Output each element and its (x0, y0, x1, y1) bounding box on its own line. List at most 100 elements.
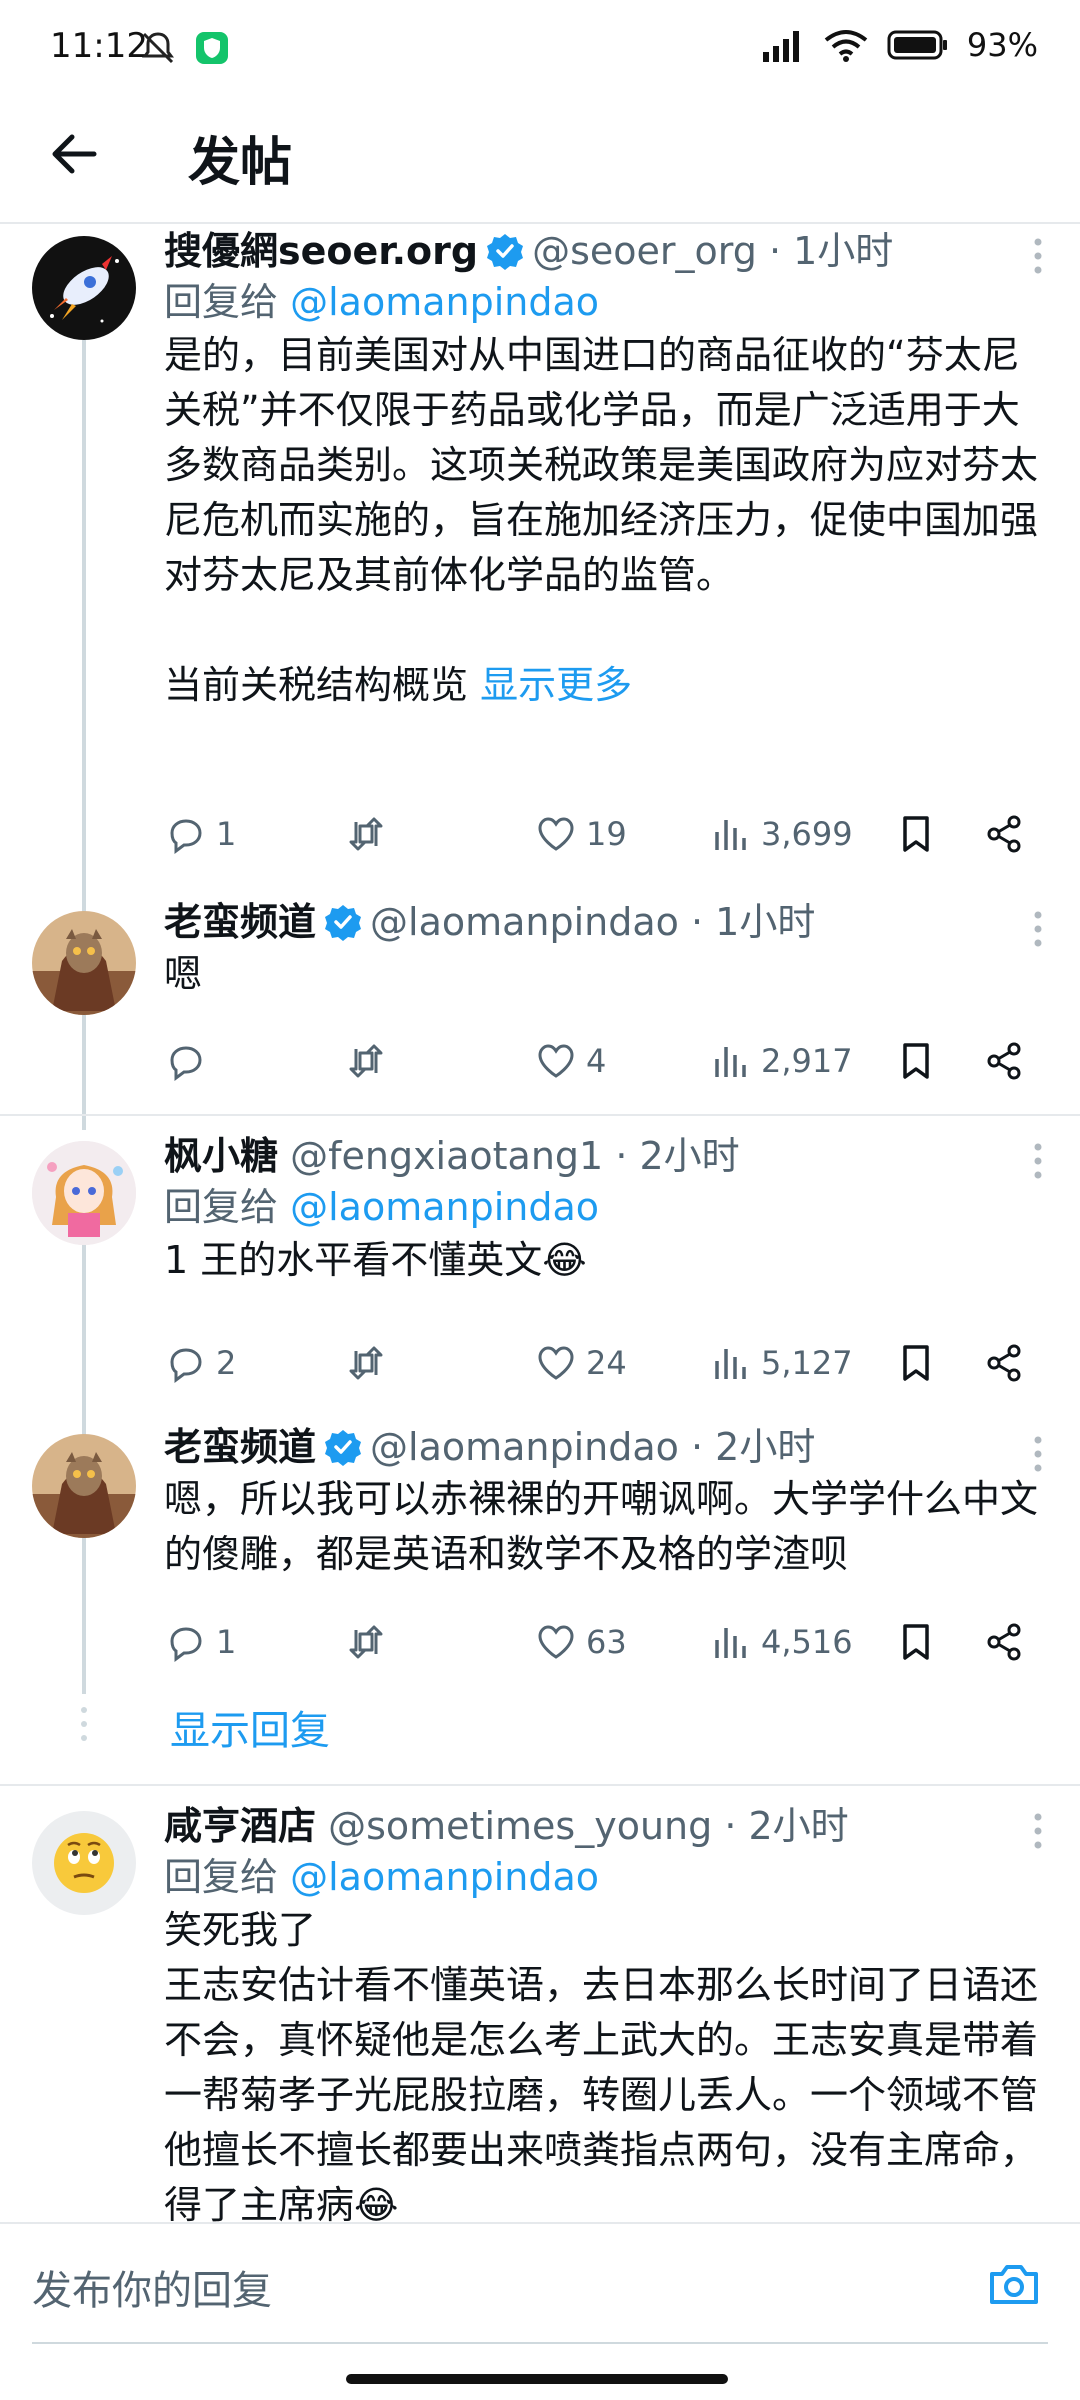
bookmark-button[interactable] (894, 1333, 938, 1393)
views-button[interactable]: 2,917 (709, 1031, 853, 1091)
avatar[interactable] (32, 1434, 136, 1538)
share-button[interactable] (982, 804, 1026, 864)
avatar[interactable] (32, 1141, 136, 1245)
bookmark-button[interactable] (894, 1612, 938, 1672)
share-icon (987, 815, 1021, 853)
bookmark-icon (903, 816, 929, 852)
tweet-text-content: 是的，目前美国对从中国进口的商品征收的“芬太尼关税”并不仅限于药品或化学品，而是… (164, 333, 1039, 707)
share-icon (987, 1042, 1021, 1080)
home-indicator[interactable] (346, 2374, 728, 2384)
like-count: 24 (586, 1344, 627, 1382)
reply-button[interactable] (164, 1031, 216, 1091)
tweet-header: 老蛮频道 @laomanpindao · 1小时 (164, 897, 1046, 947)
tweet-time: · 2小时 (724, 1804, 849, 1848)
views-count: 5,127 (761, 1344, 853, 1382)
retweet-button[interactable] (344, 1333, 388, 1393)
avatar[interactable] (32, 1811, 136, 1915)
composer-underline (32, 2342, 1048, 2344)
like-button[interactable]: 63 (534, 1612, 627, 1672)
tweet-actions: 1 63 4,516 (164, 1612, 1034, 1672)
tweet-text: 笑死我了 王志安估计看不懂英语，去日本那么长时间了日语还不会，真怀疑他是怎么考上… (164, 1908, 1039, 2222)
retweet-icon (349, 1044, 383, 1078)
tweet-time: · 1小时 (691, 900, 816, 944)
signal-icon (762, 31, 799, 62)
tweet-body: 枫小糖 @fengxiaotang1 · 2小时 回复给 @laomanpind… (164, 1131, 1046, 1288)
like-icon (538, 817, 574, 851)
thread-continue-dots (81, 1707, 87, 1741)
tweet-body: 搜優網seoer.org @seoer_org · 1小时 回复给 @laoman… (164, 226, 1046, 713)
share-icon (987, 1623, 1021, 1661)
views-count: 3,699 (761, 815, 853, 853)
reply-button[interactable]: 1 (164, 804, 236, 864)
views-count: 2,917 (761, 1042, 853, 1080)
bookmark-button[interactable] (894, 1031, 938, 1091)
reply-icon (170, 1348, 202, 1383)
tweet-time: · 2小时 (615, 1134, 740, 1178)
share-button[interactable] (982, 1612, 1026, 1672)
author-handle[interactable]: @sometimes_young (328, 1804, 712, 1848)
battery-percent: 93% (966, 26, 1038, 64)
reply-to: 回复给 @laomanpindao (164, 276, 1046, 328)
tweet-text: 1 王的水平看不懂英文😂 (164, 1238, 587, 1282)
reply-button[interactable]: 1 (164, 1612, 236, 1672)
views-icon (715, 1349, 746, 1379)
status-left-icons (138, 28, 230, 68)
author-handle[interactable]: @fengxiaotang1 (290, 1134, 603, 1178)
bookmark-icon (903, 1043, 929, 1079)
reply-to: 回复给 @laomanpindao (164, 1851, 1046, 1903)
tweet-actions: 1 19 3,699 (164, 804, 1034, 864)
reply-to: 回复给 @laomanpindao (164, 1181, 1046, 1233)
like-button[interactable]: 24 (534, 1333, 627, 1393)
author-name[interactable]: 搜優網seoer.org (164, 229, 478, 273)
show-more-link[interactable]: 显示更多 (480, 663, 632, 707)
tweet-body: 咸亨酒店 @sometimes_young · 2小时 回复给 @laomanp… (164, 1801, 1046, 2222)
like-count: 19 (586, 815, 627, 853)
reply-feed[interactable]: 搜優網seoer.org @seoer_org · 1小时 回复给 @laoman… (0, 224, 1080, 2222)
reply-to-mention[interactable]: @laomanpindao (290, 1855, 599, 1899)
thread-divider (0, 1784, 1080, 1786)
verified-badge-icon (325, 905, 362, 941)
author-name[interactable]: 枫小糖 (164, 1134, 278, 1178)
app-notification-icon (196, 32, 228, 64)
like-button[interactable]: 4 (534, 1031, 606, 1091)
author-name[interactable]: 老蛮频道 (164, 1425, 316, 1469)
verified-badge-icon (487, 234, 524, 270)
retweet-button[interactable] (344, 1612, 388, 1672)
reply-button[interactable]: 2 (164, 1333, 236, 1393)
reply-composer[interactable]: 发布你的回复 (0, 2222, 1080, 2344)
author-handle[interactable]: @seoer_org (532, 229, 757, 273)
back-arrow-icon[interactable] (44, 124, 104, 184)
tweet-text: 是的，目前美国对从中国进口的商品征收的“芬太尼关税”并不仅限于药品或化学品，而是… (164, 328, 1046, 713)
status-bar: 11:12 93% (0, 0, 1080, 100)
tweet-header: 老蛮频道 @laomanpindao · 2小时 (164, 1422, 1046, 1472)
retweet-icon (349, 1625, 383, 1659)
mute-bell-icon (142, 32, 174, 64)
author-name[interactable]: 老蛮频道 (164, 900, 316, 944)
reply-to-mention[interactable]: @laomanpindao (290, 280, 599, 324)
camera-icon[interactable] (984, 2254, 1044, 2314)
reply-to-prefix: 回复给 (164, 1185, 279, 1229)
views-button[interactable]: 4,516 (709, 1612, 853, 1672)
verified-badge-icon (325, 1430, 362, 1466)
share-button[interactable] (982, 1031, 1026, 1091)
reply-to-mention[interactable]: @laomanpindao (290, 1185, 599, 1229)
avatar[interactable] (32, 911, 136, 1015)
like-button[interactable]: 19 (534, 804, 627, 864)
views-button[interactable]: 5,127 (709, 1333, 853, 1393)
status-right: 93% (761, 26, 1038, 64)
share-button[interactable] (982, 1333, 1026, 1393)
avatar[interactable] (32, 236, 136, 340)
author-handle[interactable]: @laomanpindao (370, 900, 679, 944)
retweet-button[interactable] (344, 1031, 388, 1091)
bookmark-button[interactable] (894, 804, 938, 864)
author-name[interactable]: 咸亨酒店 (164, 1804, 316, 1848)
retweet-button[interactable] (344, 804, 388, 864)
tweet-time: · 1小时 (768, 229, 894, 273)
show-replies-link[interactable]: 显示回复 (170, 1698, 330, 1756)
reply-input[interactable]: 发布你的回复 (32, 2258, 272, 2316)
author-handle[interactable]: @laomanpindao (370, 1425, 679, 1469)
reply-to-prefix: 回复给 (164, 1855, 279, 1899)
views-button[interactable]: 3,699 (709, 804, 853, 864)
like-icon (538, 1044, 574, 1078)
views-icon (715, 820, 746, 850)
